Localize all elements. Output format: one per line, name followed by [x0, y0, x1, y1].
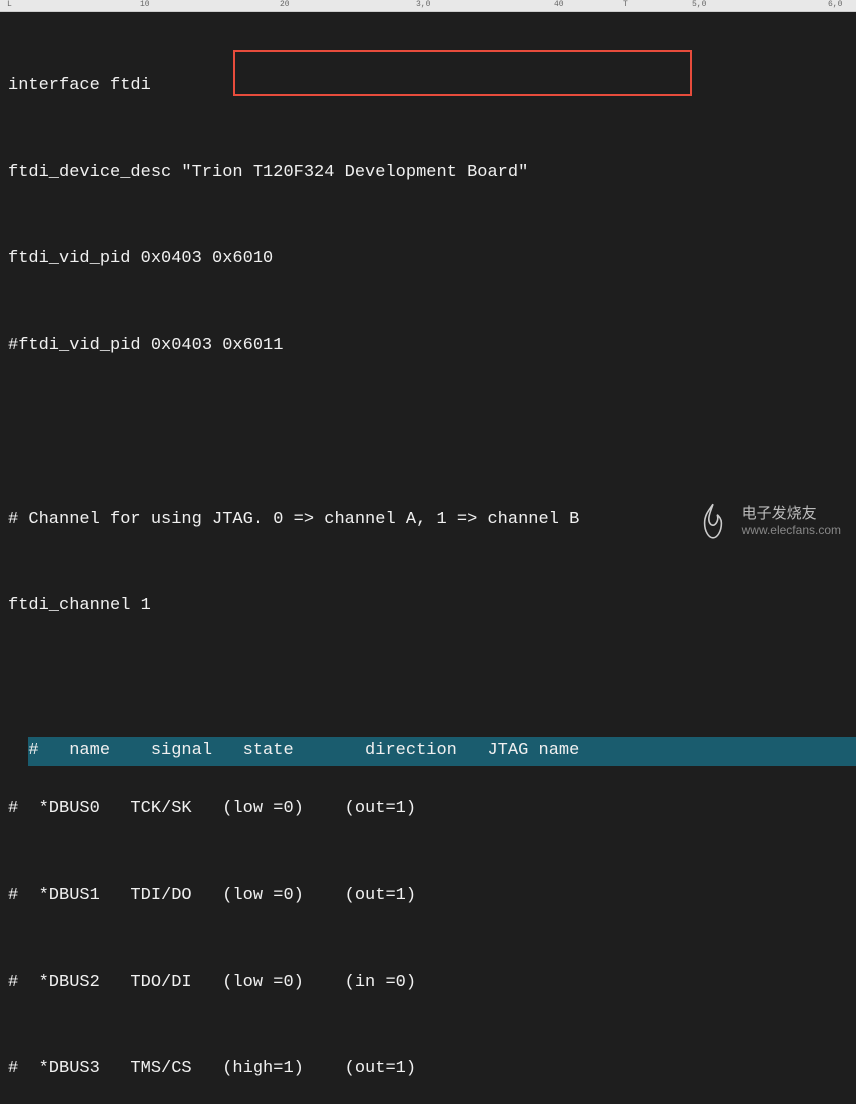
ruler-mark: 6,0: [828, 0, 842, 9]
ruler-mark: 10: [140, 0, 150, 9]
table-header: # name signal state direction JTAG name: [28, 737, 856, 766]
code-line-empty: [8, 419, 848, 448]
table-row: # *DBUS0 TCK/SK (low =0) (out=1): [8, 795, 848, 824]
table-row: # *DBUS3 TMS/CS (high=1) (out=1): [8, 1055, 848, 1084]
ruler-mark: 5,0: [692, 0, 706, 9]
table-row: # *DBUS2 TDO/DI (low =0) (in =0): [8, 969, 848, 998]
code-line: ftdi_device_desc "Trion T120F324 Develop…: [8, 159, 848, 188]
code-line: interface ftdi: [8, 72, 848, 101]
editor-ruler: L 10 20 3,0 40 T 5,0 6,0: [0, 0, 856, 12]
code-editor[interactable]: interface ftdi ftdi_device_desc "Trion T…: [0, 12, 856, 1104]
code-line-empty: [8, 679, 848, 708]
ruler-mark: 40: [554, 0, 564, 9]
watermark-url: www.elecfans.com: [742, 523, 841, 537]
watermark-text: 电子发烧友 www.elecfans.com: [742, 505, 841, 537]
flame-icon: [692, 500, 734, 542]
ruler-mark: 3,0: [416, 0, 430, 9]
table-row: # *DBUS1 TDI/DO (low =0) (out=1): [8, 882, 848, 911]
ruler-mark: T: [623, 0, 628, 9]
ruler-mark: L: [7, 0, 12, 9]
code-line: ftdi_vid_pid 0x0403 0x6010: [8, 245, 848, 274]
code-line: #ftdi_vid_pid 0x0403 0x6011: [8, 332, 848, 361]
watermark: 电子发烧友 www.elecfans.com: [692, 500, 841, 542]
code-line: ftdi_channel 1: [8, 592, 848, 621]
ruler-mark: 20: [280, 0, 290, 9]
watermark-cn: 电子发烧友: [742, 505, 841, 523]
